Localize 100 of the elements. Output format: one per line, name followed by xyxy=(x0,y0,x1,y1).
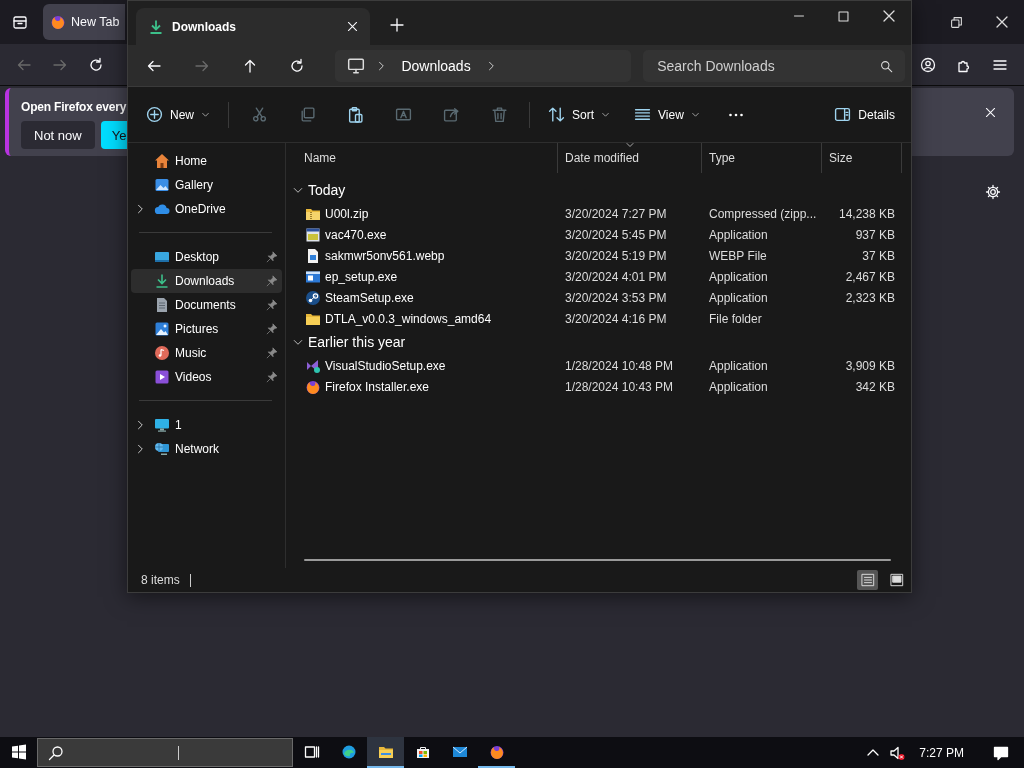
type-cell-text: WEBP File xyxy=(708,248,768,263)
maximize-icon xyxy=(837,9,850,23)
list-view-icon xyxy=(860,573,875,587)
column-header[interactable]: Date modified xyxy=(558,143,702,173)
paste-icon xyxy=(346,106,364,123)
search-field[interactable] xyxy=(37,738,293,767)
tab-title: Downloads xyxy=(172,19,236,34)
breadcrumb-item[interactable]: Downloads xyxy=(401,57,471,74)
download-icon xyxy=(148,18,164,35)
copy-icon xyxy=(298,106,316,123)
music-icon xyxy=(154,345,170,361)
sidebar-item[interactable]: Documents xyxy=(131,293,282,317)
file-name[interactable]: vac470.exe xyxy=(325,227,387,242)
sidebar-item[interactable]: Downloads xyxy=(131,269,282,293)
task-view-icon xyxy=(303,743,320,760)
item-count: 8 items xyxy=(141,573,180,587)
new-button[interactable]: New xyxy=(140,98,216,131)
column-header[interactable]: Size xyxy=(822,143,902,173)
sidebar-item[interactable]: Network xyxy=(131,437,282,461)
file-name[interactable]: sakmwr5onv561.webp xyxy=(325,248,445,263)
details-button[interactable]: Details xyxy=(828,98,901,131)
download-icon xyxy=(154,273,170,289)
close-icon xyxy=(983,105,997,119)
type-cell-text: Application xyxy=(708,379,769,394)
file-name[interactable]: VisualStudioSetup.exe xyxy=(325,358,446,373)
file-name[interactable]: SteamSetup.exe xyxy=(325,290,414,305)
plus-icon xyxy=(389,17,405,33)
search-field[interactable]: Search Downloads xyxy=(643,49,905,82)
app-icon xyxy=(305,357,321,374)
file-name[interactable]: DTLA_v0.0.3_windows_amd64 xyxy=(325,311,492,326)
column-header[interactable]: Name xyxy=(286,143,558,173)
browser-icon xyxy=(340,743,357,760)
size-cell: 37 KB xyxy=(862,248,895,263)
view-button[interactable]: View xyxy=(628,98,706,131)
address-bar[interactable]: Downloads xyxy=(335,49,632,82)
computer-icon xyxy=(154,417,170,433)
size-cell: 2,467 KB xyxy=(845,269,895,284)
sort-icon xyxy=(548,106,565,123)
message-icon xyxy=(993,744,1009,761)
date-cell-text: 3/20/2024 3:53 PM xyxy=(564,290,668,305)
date-cell-text: 1/28/2024 10:48 PM xyxy=(564,358,675,373)
size-cell: 3,909 KB xyxy=(845,358,895,373)
list-icon xyxy=(634,106,652,123)
browser-icon xyxy=(50,14,66,30)
size-cell: 937 KB xyxy=(855,227,895,242)
sort-button[interactable]: Sort xyxy=(542,98,617,131)
horizontal-scrollbar[interactable] xyxy=(304,559,891,561)
more-icon xyxy=(727,112,744,117)
document-icon xyxy=(154,297,170,313)
tab-title: New Tab xyxy=(71,15,120,29)
reload-icon xyxy=(88,56,104,73)
file-name[interactable]: ep_setup.exe xyxy=(325,269,398,284)
search-icon xyxy=(880,59,893,73)
type-cell-text: Application xyxy=(708,227,769,242)
type-cell-text: Compressed (zipp... xyxy=(708,206,818,221)
type-cell-text: Application xyxy=(708,358,769,373)
browser-icon xyxy=(488,743,505,760)
sidebar-item[interactable]: Gallery xyxy=(131,173,282,197)
app-icon xyxy=(305,226,321,243)
taskbar-app-button[interactable] xyxy=(367,737,404,768)
date-cell-text: 3/20/2024 5:19 PM xyxy=(564,248,668,263)
size-cell: 342 KB xyxy=(855,379,895,394)
details-view-button[interactable] xyxy=(857,570,878,590)
notification-button[interactable]: Ye xyxy=(100,121,130,149)
sidebar-item[interactable]: Videos xyxy=(131,365,282,389)
notification-button[interactable]: Not now xyxy=(21,121,95,149)
date-cell-text: 1/28/2024 10:43 PM xyxy=(564,379,675,394)
browser-tab[interactable]: New Tab xyxy=(43,4,125,40)
trash-icon xyxy=(490,106,508,123)
text-cursor xyxy=(178,745,179,760)
caret-icon xyxy=(690,110,700,119)
size-cell: 2,323 KB xyxy=(845,290,895,305)
column-header[interactable]: Type xyxy=(702,143,822,173)
image-file-icon xyxy=(305,247,321,264)
clock[interactable]: 7:27 PM xyxy=(919,745,964,760)
restore-icon xyxy=(950,15,963,29)
plus-circle-icon xyxy=(146,106,163,123)
date-cell-text: 3/20/2024 4:01 PM xyxy=(564,269,668,284)
tiles-view-icon xyxy=(889,573,904,587)
sidebar-item[interactable]: Desktop xyxy=(131,245,282,269)
text-cursor xyxy=(189,573,191,587)
sidebar-item[interactable]: 1 xyxy=(131,413,282,437)
minimize-icon xyxy=(792,15,805,17)
group-header[interactable]: Earlier this year xyxy=(286,329,911,355)
details-pane-icon xyxy=(834,106,852,123)
date-cell-text: 3/20/2024 5:45 PM xyxy=(564,227,668,242)
date-cell-text: 3/20/2024 7:27 PM xyxy=(564,206,668,221)
settings-icon xyxy=(985,184,1001,200)
sidebar-item[interactable]: Home xyxy=(131,149,282,173)
group-header[interactable]: Today xyxy=(286,177,911,203)
explorer-tab[interactable]: Downloads xyxy=(136,8,370,45)
speaker-muted-icon xyxy=(889,744,906,761)
size-cell: 14,238 KB xyxy=(838,206,895,221)
file-name[interactable]: Firefox Installer.exe xyxy=(325,379,430,394)
sidebar-item[interactable]: Pictures xyxy=(131,317,282,341)
scissors-icon xyxy=(250,106,268,123)
file-name[interactable]: U00l.zip xyxy=(325,206,369,221)
refresh-icon xyxy=(289,57,306,74)
sidebar-item[interactable]: Music xyxy=(131,341,282,365)
sidebar-item[interactable]: OneDrive xyxy=(131,197,282,221)
